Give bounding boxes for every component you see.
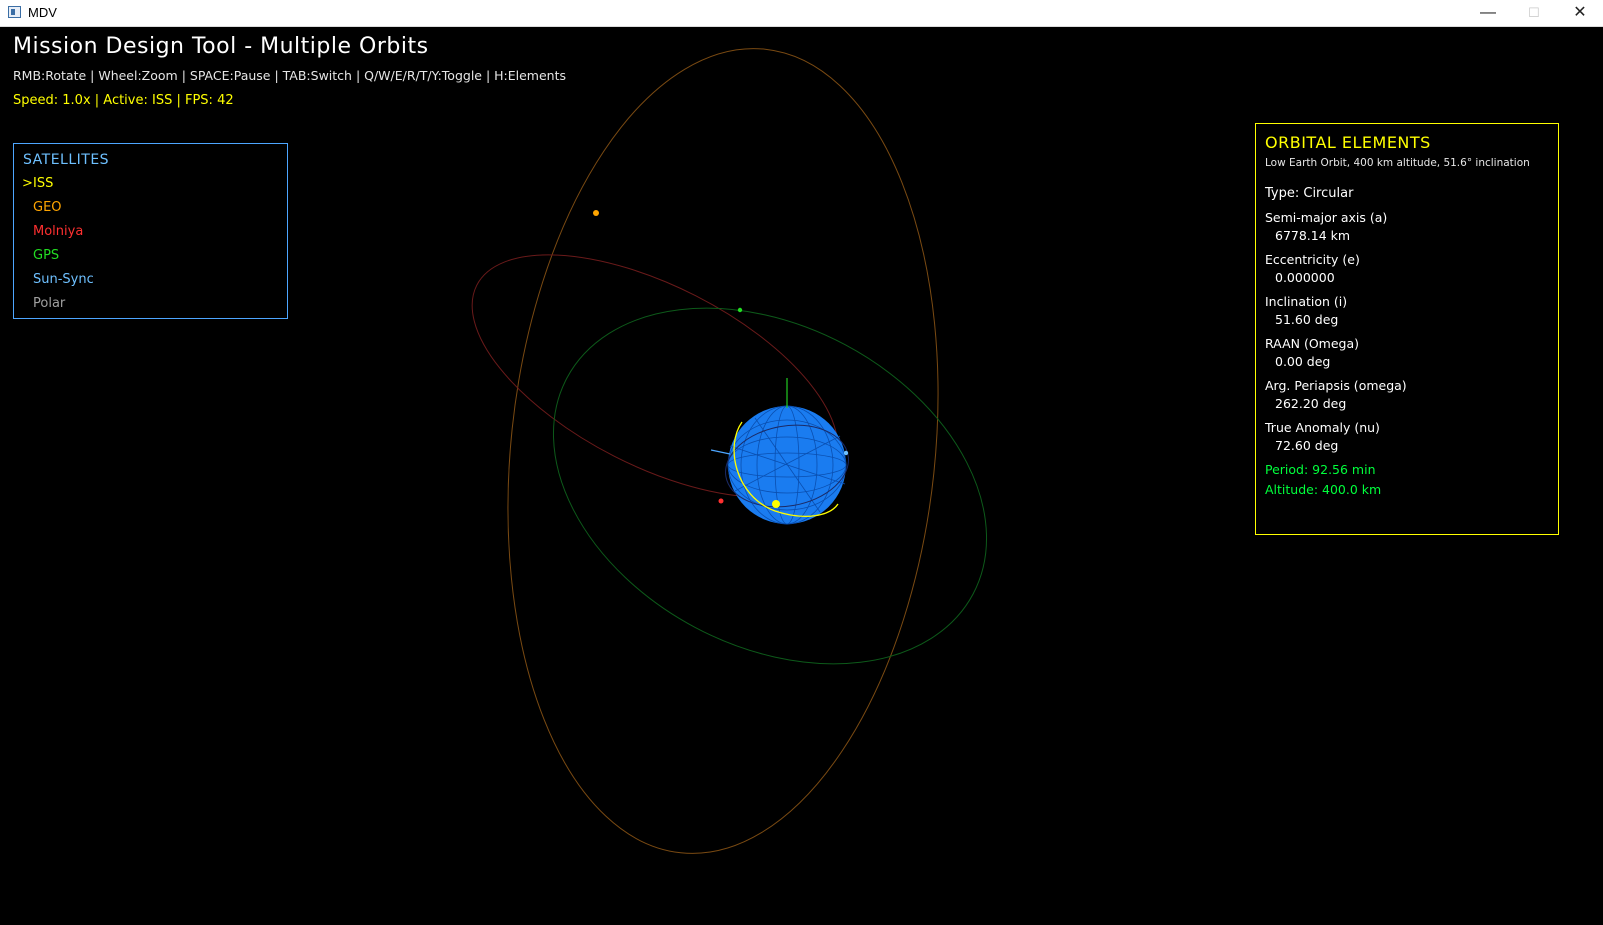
satellite-item-geo[interactable]: GEO: [22, 200, 62, 215]
inclination-label: Inclination (i): [1265, 294, 1348, 309]
arg-periapsis-value: 262.20 deg: [1275, 396, 1347, 411]
hud-status: Speed: 1.0x | Active: ISS | FPS: 42: [13, 93, 234, 108]
semi-major-axis-value: 6778.14 km: [1275, 228, 1351, 243]
raan-value: 0.00 deg: [1275, 354, 1331, 369]
geo-satellite[interactable]: [593, 210, 599, 216]
satellite-item-polar[interactable]: Polar: [22, 296, 65, 311]
hud-title: Mission Design Tool - Multiple Orbits: [13, 34, 429, 59]
elements-heading: ORBITAL ELEMENTS: [1265, 133, 1431, 152]
selected-marker-icon: >: [22, 176, 33, 191]
satellite-label: Molniya: [33, 224, 84, 239]
gps-satellite[interactable]: [737, 307, 743, 313]
window-titlebar: MDV — ☐ ✕: [0, 0, 1603, 27]
satellite-label: Polar: [33, 296, 66, 311]
molniya-satellite[interactable]: [718, 498, 724, 504]
window-title: MDV: [28, 5, 57, 20]
geo-orbit: [507, 48, 939, 854]
satellite-item-gps[interactable]: GPS: [22, 248, 59, 263]
satellite-label: GPS: [33, 248, 60, 263]
x-axis: [710, 449, 731, 455]
true-anomaly-value: 72.60 deg: [1275, 438, 1339, 453]
eccentricity-label: Eccentricity (e): [1265, 252, 1360, 267]
inclination-value: 51.60 deg: [1275, 312, 1339, 327]
maximize-icon[interactable]: ☐: [1511, 0, 1557, 26]
hud-help-text: RMB:Rotate | Wheel:Zoom | SPACE:Pause | …: [13, 68, 567, 83]
satellites-heading: SATELLITES: [23, 152, 110, 168]
satellite-item-molniya[interactable]: Molniya: [22, 224, 83, 239]
satellite-label: Sun-Sync: [33, 272, 94, 287]
orbit-type: Type: Circular: [1265, 186, 1354, 201]
close-icon[interactable]: ✕: [1557, 0, 1603, 26]
iss-satellite[interactable]: [772, 500, 780, 508]
raan-label: RAAN (Omega): [1265, 336, 1360, 351]
satellite-item-iss[interactable]: >ISS: [22, 176, 53, 191]
eccentricity-value: 0.000000: [1275, 270, 1335, 285]
semi-major-axis-label: Semi-major axis (a): [1265, 210, 1388, 225]
satellite-label: GEO: [33, 200, 62, 215]
arg-periapsis-label: Arg. Periapsis (omega): [1265, 378, 1407, 393]
app-icon: [8, 6, 21, 18]
sunsync-satellite[interactable]: [843, 450, 849, 456]
true-anomaly-label: True Anomaly (nu): [1265, 420, 1380, 435]
satellite-item-sun-sync[interactable]: Sun-Sync: [22, 272, 94, 287]
orbit-description: Low Earth Orbit, 400 km altitude, 51.6° …: [1265, 157, 1530, 169]
orbital-altitude: Altitude: 400.0 km: [1265, 482, 1382, 497]
orbital-period: Period: 92.56 min: [1265, 462, 1376, 477]
orbital-elements-panel: ORBITAL ELEMENTS Low Earth Orbit, 400 km…: [1255, 123, 1559, 535]
satellites-panel: SATELLITES >ISS GEO Molniya GPS Sun-Sync…: [13, 143, 288, 319]
render-viewport[interactable]: Mission Design Tool - Multiple Orbits RM…: [0, 26, 1603, 925]
minimize-icon[interactable]: —: [1465, 0, 1511, 26]
satellite-label: ISS: [33, 176, 54, 191]
